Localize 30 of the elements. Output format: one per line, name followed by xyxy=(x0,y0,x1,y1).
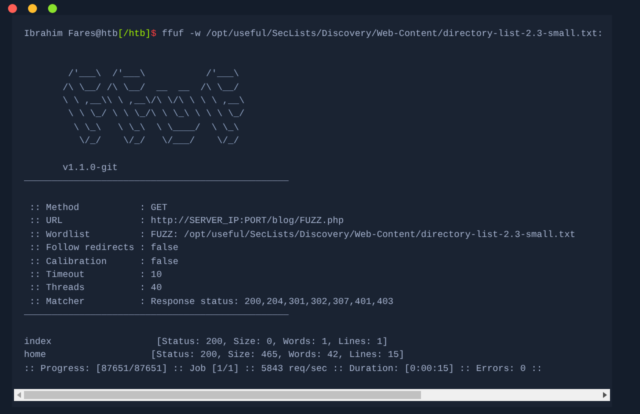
output-line: :: Matcher : Response status: 200,204,301,302,307,401,403 xyxy=(28,296,394,307)
output-line: :: Follow redirects : false xyxy=(28,242,178,254)
output-line: index [Status: 200, Size: 0, Words: 1, Lines: 1] xyxy=(24,336,388,347)
ascii-art-line: \ \_\ \ \_\ \ \____/ \ \_\ xyxy=(72,122,240,133)
output-line: :: Calibration : false xyxy=(28,256,178,267)
separator-line: ________________________________________________ xyxy=(24,306,289,318)
scroll-right-icon[interactable] xyxy=(602,392,607,398)
window-control-button[interactable] xyxy=(8,4,17,12)
output-line: :: Timeout : 10 xyxy=(28,269,162,280)
window-control-button[interactable] xyxy=(48,4,57,12)
output-line: :: Threads : 40 xyxy=(28,282,162,294)
output-line: :: URL : http://SERVER_IP:PORT/blog/FUZZ.php xyxy=(28,215,344,226)
ascii-art-line: /\ \__/ /\ \__/ __ __ /\ \__/ xyxy=(62,82,240,93)
command-text: ffuf -w /opt/useful/SecLists/Discovery/Web-Content/directory-list-2.3-small.txt: xyxy=(160,28,603,39)
prompt-user-host: Ibrahim Fares@htb xyxy=(24,28,118,39)
window-control-button[interactable] xyxy=(28,4,37,12)
ascii-art-line: \/_/ \/_/ \/___/ \/_/ xyxy=(78,135,240,146)
ascii-art-line: \ \ \_/ \ \ \_/\ \ \_\ \ \ \ \_/ xyxy=(67,108,245,120)
output-line: :: Progress: [87651/87651] :: Job [1/1] :: 5843 req/sec :: Duration: [0:00:15] :: Errors: 0 :: xyxy=(24,362,542,374)
separator-line: ________________________________________________ xyxy=(24,172,289,184)
scrollbar-thumb[interactable] xyxy=(24,391,422,399)
ascii-art-line: \ \ ,__\\ \ ,__\/\ \/\ \ \ \ ,__\ xyxy=(62,94,245,106)
output-line: :: Wordlist : FUZZ: /opt/useful/SecLists/Discovery/Web-Content/directory-list-2.3-small.txt xyxy=(28,228,576,240)
output-line: v1.1.0-git xyxy=(62,162,118,173)
output-line: home [Status: 200, Size: 465, Words: 42, Lines: 15] xyxy=(24,349,404,360)
prompt-symbol: $ xyxy=(150,28,156,39)
output-line: :: Method : GET xyxy=(28,202,168,214)
horizontal-scrollbar[interactable] xyxy=(14,389,610,401)
prompt-directory: [/htb] xyxy=(118,28,151,39)
ascii-art-line: /'___\ /'___\ /'___\ xyxy=(67,68,240,80)
